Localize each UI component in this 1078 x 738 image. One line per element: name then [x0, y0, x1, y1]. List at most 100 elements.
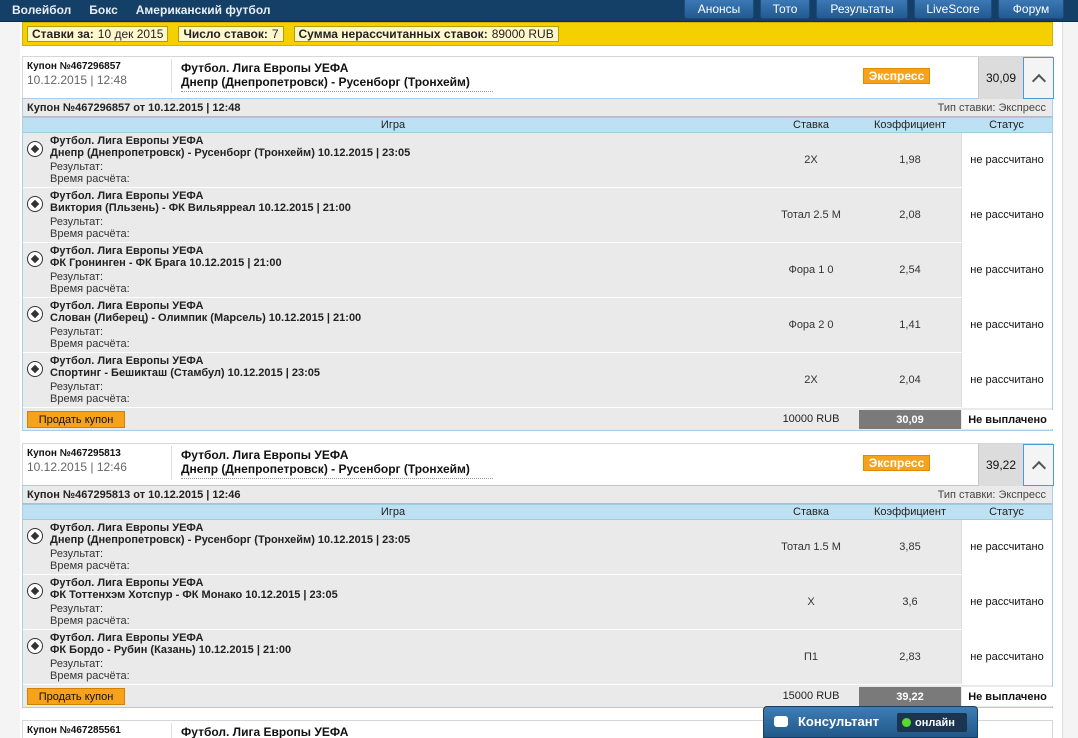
soccer-ball-icon	[27, 638, 43, 654]
table-header: Игра Ставка Коэффициент Статус	[23, 504, 1052, 520]
row-league: Футбол. Лига Европы УЕФА	[50, 190, 204, 202]
soccer-ball-icon	[27, 583, 43, 599]
online-dot-icon	[902, 718, 911, 727]
row-stake: 2X	[804, 154, 818, 166]
nav-button-announcements[interactable]: Анонсы	[684, 0, 754, 19]
row-calc-time: Время расчёта:	[50, 560, 130, 572]
row-league: Футбол. Лига Европы УЕФА	[50, 355, 204, 367]
nav-button-results[interactable]: Результаты	[816, 0, 908, 19]
header-divider	[171, 446, 172, 480]
total-stake: 15000 RUB	[782, 690, 840, 702]
express-badge: Экспресс	[863, 68, 930, 84]
row-status: не рассчитано	[961, 353, 1052, 407]
row-coef: 2,54	[899, 264, 921, 276]
row-coef: 2,04	[899, 374, 921, 386]
row-match: ФК Бордо - Рубин (Казань) 10.12.2015 | 2…	[50, 644, 292, 656]
sell-coupon-button[interactable]: Продать купон	[27, 688, 125, 705]
coupon-subtitle: Купон №467295813 от 10.12.2015 | 12:46	[27, 489, 241, 501]
row-calc-time: Время расчёта:	[50, 228, 130, 240]
coupon-number: Купон №467295813	[27, 448, 121, 459]
coupon-card: Купон №467296857 10.12.2015 | 12:48 Футб…	[22, 56, 1054, 431]
bets-date-chip[interactable]: Ставки за: 10 дек 2015	[27, 26, 169, 42]
row-coef: 2,08	[899, 209, 921, 221]
consultant-chat-widget[interactable]: Консультант онлайн	[763, 706, 978, 738]
table-row: Футбол. Лига Европы УЕФА Слован (Либерец…	[23, 298, 1052, 353]
nav-button-livescore[interactable]: LiveScore	[914, 0, 992, 19]
unsettled-sum-label: Сумма нерассчитанных ставок:	[298, 27, 488, 41]
game-cell: Футбол. Лига Европы УЕФА Слован (Либерец…	[23, 298, 763, 352]
sell-coupon-button[interactable]: Продать купон	[27, 411, 125, 428]
row-coef: 2,83	[899, 651, 921, 663]
coupon-total-coef: 39,22	[978, 444, 1023, 486]
row-league: Футбол. Лига Европы УЕФА	[50, 135, 204, 147]
total-stake: 10000 RUB	[782, 413, 840, 425]
soccer-ball-icon	[27, 361, 43, 377]
bets-date-value: 10 дек 2015	[97, 27, 164, 41]
bets-summary-bar: Ставки за: 10 дек 2015 Число ставок: 7 С…	[22, 22, 1053, 46]
coupon-card: Купон №467295813 10.12.2015 | 12:46 Футб…	[22, 443, 1054, 708]
row-result: Результат:	[50, 216, 104, 228]
soccer-ball-icon	[27, 528, 43, 544]
row-calc-time: Время расчёта:	[50, 338, 130, 350]
coupon-league: Футбол. Лига Европы УЕФА	[181, 448, 349, 462]
row-league: Футбол. Лига Европы УЕФА	[50, 300, 204, 312]
bets-count-label: Число ставок:	[183, 27, 268, 41]
col-header-status: Статус	[989, 119, 1024, 131]
row-result: Результат:	[50, 271, 104, 283]
payout-status: Не выплачено	[962, 687, 1053, 706]
bet-type: Тип ставки: Экспресс	[937, 489, 1046, 501]
col-header-game: Игра	[380, 119, 406, 131]
coupon-details: Купон №467296857 от 10.12.2015 | 12:48 Т…	[22, 98, 1053, 431]
coupon-footer: Продать купон 10000 RUB 30,09 Не выплаче…	[23, 408, 1053, 430]
row-calc-time: Время расчёта:	[50, 283, 130, 295]
soccer-ball-icon	[27, 251, 43, 267]
header-divider	[171, 59, 172, 93]
nav-link-american-football[interactable]: Американский футбол	[136, 3, 271, 17]
col-header-coef: Коэффициент	[873, 506, 947, 518]
bets-count-chip: Число ставок: 7	[178, 26, 284, 42]
coupon-header[interactable]: Купон №467295813 10.12.2015 | 12:46 Футб…	[22, 443, 1054, 486]
nav-link-boxing[interactable]: Бокс	[89, 3, 117, 17]
col-header-status: Статус	[989, 506, 1024, 518]
coupon-subtitle: Купон №467296857 от 10.12.2015 | 12:48	[27, 102, 241, 114]
row-stake: Тотал 2.5 М	[781, 209, 841, 221]
row-result: Результат:	[50, 381, 104, 393]
row-stake: X	[807, 596, 815, 608]
row-calc-time: Время расчёта:	[50, 670, 130, 682]
game-cell: Футбол. Лига Европы УЕФА Днепр (Днепропе…	[23, 520, 763, 574]
row-status: не рассчитано	[961, 575, 1052, 629]
coupon-header[interactable]: Купон №467296857 10.12.2015 | 12:48 Футб…	[22, 56, 1054, 99]
nav-button-forum[interactable]: Форум	[998, 0, 1064, 19]
game-cell: Футбол. Лига Европы УЕФА Спортинг - Беши…	[23, 353, 763, 407]
row-match: ФК Гронинген - ФК Брага 10.12.2015 | 21:…	[50, 257, 282, 269]
row-calc-time: Время расчёта:	[50, 393, 130, 405]
coupon-footer: Продать купон 15000 RUB 39,22 Не выплаче…	[23, 685, 1053, 707]
coupon-subheader: Купон №467296857 от 10.12.2015 | 12:48 Т…	[23, 99, 1052, 117]
coupon-number: Купон №467285561	[27, 725, 121, 736]
game-cell: Футбол. Лига Европы УЕФА ФК Тоттенхэм Хо…	[23, 575, 763, 629]
bets-date-label: Ставки за:	[32, 27, 94, 41]
page-scrollbar[interactable]	[1062, 22, 1078, 738]
collapse-button[interactable]	[1023, 57, 1054, 99]
row-match: Днепр (Днепропетровск) - Русенборг (Трон…	[50, 534, 411, 546]
nav-link-volleyball[interactable]: Волейбол	[12, 3, 71, 17]
total-coef: 39,22	[859, 687, 961, 706]
game-cell: Футбол. Лига Европы УЕФА Виктория (Пльзе…	[23, 188, 763, 242]
row-stake: Фора 1 0	[788, 264, 834, 276]
coupon-number: Купон №467296857	[27, 61, 121, 72]
col-header-stake: Ставка	[793, 506, 829, 518]
coupon-league: Футбол. Лига Европы УЕФА	[181, 61, 349, 75]
collapse-button[interactable]	[1023, 444, 1054, 486]
table-row: Футбол. Лига Европы УЕФА ФК Бордо - Руби…	[23, 630, 1052, 685]
row-match: Спортинг - Бешикташ (Стамбул) 10.12.2015…	[50, 367, 321, 379]
table-row: Футбол. Лига Европы УЕФА Виктория (Пльзе…	[23, 188, 1052, 243]
game-cell: Футбол. Лига Европы УЕФА ФК Гронинген - …	[23, 243, 763, 297]
nav-button-toto[interactable]: Тото	[760, 0, 810, 19]
row-match: ФК Тоттенхэм Хотспур - ФК Монако 10.12.2…	[50, 589, 338, 601]
consultant-label: Консультант	[798, 714, 879, 729]
row-stake: 2X	[804, 374, 818, 386]
row-league: Футбол. Лига Европы УЕФА	[50, 577, 204, 589]
row-league: Футбол. Лига Европы УЕФА	[50, 245, 204, 257]
coupon-date: 10.12.2015 | 12:48	[27, 73, 127, 87]
col-header-stake: Ставка	[793, 119, 829, 131]
